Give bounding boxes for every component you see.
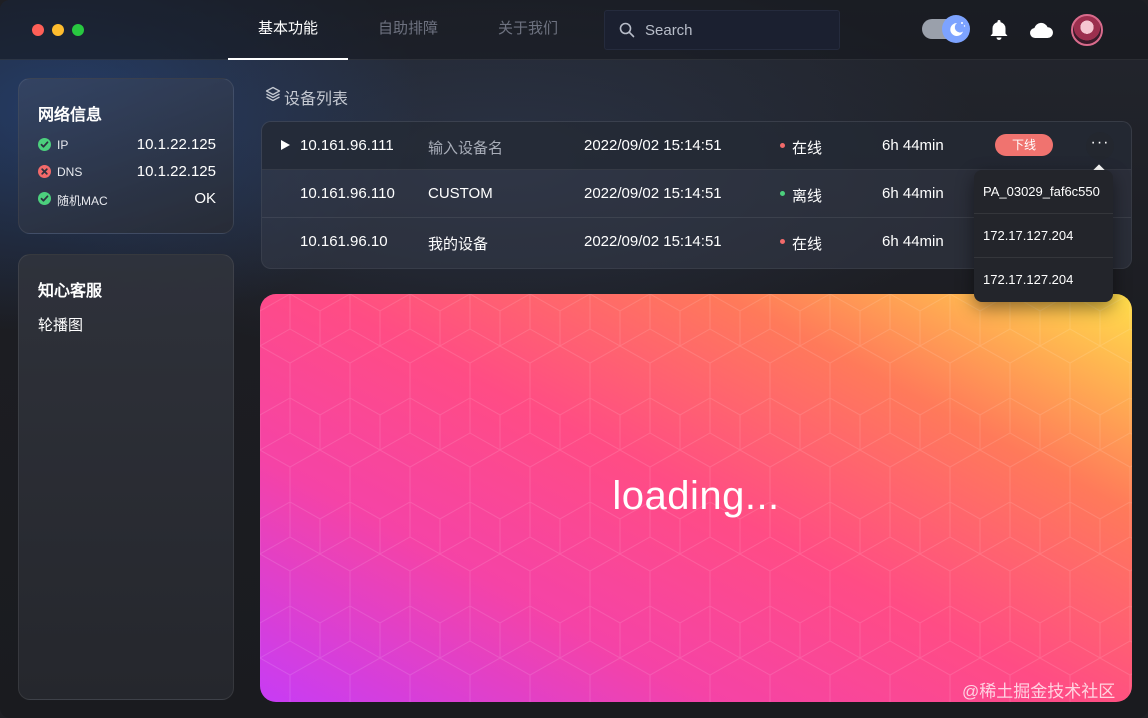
title-bar: 基本功能 自助排障 关于我们 <box>0 0 1148 60</box>
network-info-title: 网络信息 <box>38 107 103 124</box>
device-uptime: 6h 44min <box>882 137 944 154</box>
device-list-title: 设备列表 <box>284 91 349 108</box>
offline-button[interactable]: 下线 <box>995 134 1053 156</box>
tab-basic-functions[interactable]: 基本功能 <box>228 0 348 60</box>
device-time: 2022/09/02 15:14:51 <box>584 185 722 202</box>
device-name: CUSTOM <box>428 185 493 202</box>
device-ip: 10.161.96.111 <box>300 137 394 154</box>
minimize-window-button[interactable] <box>52 24 64 36</box>
network-info-card: 网络信息 IP 10.1.22.125 DNS 10.1.22.125 随机MA… <box>18 78 234 234</box>
search-icon <box>619 22 635 43</box>
device-name-input[interactable]: 输入设备名 <box>428 137 503 158</box>
network-value: 10.1.22.125 <box>136 163 216 180</box>
network-row-ip: IP 10.1.22.125 <box>38 136 216 155</box>
network-value: OK <box>194 190 216 207</box>
device-status: 在线 <box>792 236 823 253</box>
network-row-mac: 随机MAC OK <box>38 190 216 209</box>
user-avatar[interactable] <box>1071 14 1103 46</box>
moon-icon <box>942 15 970 43</box>
device-time: 2022/09/02 15:14:51 <box>584 137 722 154</box>
app-window: 基本功能 自助排障 关于我们 网络信息 IP 10.1.22.1 <box>0 0 1148 718</box>
loading-text: loading... <box>612 474 780 518</box>
tab-self-troubleshoot[interactable]: 自助排障 <box>348 0 468 60</box>
network-label: DNS <box>57 165 83 179</box>
popover-item[interactable]: PA_03029_faf6c550 <box>974 170 1113 214</box>
cloud-icon[interactable] <box>1028 20 1054 45</box>
customer-service-title: 知心客服 <box>38 283 103 300</box>
network-value: 10.1.22.125 <box>136 136 216 153</box>
watermark: @稀土掘金技术社区 <box>962 682 1116 701</box>
expand-arrow-icon[interactable] <box>281 140 290 150</box>
more-options-popover: PA_03029_faf6c550 172.17.127.204 172.17.… <box>974 170 1113 302</box>
device-time: 2022/09/02 15:14:51 <box>584 233 722 250</box>
device-status: 在线 <box>792 140 823 157</box>
status-dot <box>780 143 785 148</box>
network-label: IP <box>57 138 69 152</box>
theme-toggle[interactable] <box>922 15 970 43</box>
tab-about-us[interactable]: 关于我们 <box>468 0 588 60</box>
bell-icon[interactable] <box>988 18 1010 47</box>
device-uptime: 6h 44min <box>882 185 944 202</box>
maximize-window-button[interactable] <box>72 24 84 36</box>
device-name: 我的设备 <box>428 236 489 253</box>
table-row[interactable]: 10.161.96.111 输入设备名 2022/09/02 15:14:51 … <box>262 122 1131 170</box>
network-label: 随机MAC <box>57 194 108 208</box>
device-uptime: 6h 44min <box>882 233 944 250</box>
more-options-button[interactable]: ··· <box>1086 132 1114 160</box>
status-dot <box>780 191 785 196</box>
popover-item[interactable]: 172.17.127.204 <box>974 258 1113 302</box>
close-window-button[interactable] <box>32 24 44 36</box>
carousel-banner[interactable]: loading... <box>260 294 1132 702</box>
error-circle-icon <box>38 165 51 178</box>
search-input[interactable] <box>645 11 835 49</box>
device-status: 离线 <box>792 188 823 205</box>
network-row-dns: DNS 10.1.22.125 <box>38 163 216 182</box>
customer-service-card: 知心客服 轮播图 <box>18 254 234 700</box>
search-box[interactable] <box>604 10 840 50</box>
check-circle-icon <box>38 138 51 151</box>
popover-item[interactable]: 172.17.127.204 <box>974 214 1113 258</box>
carousel-link[interactable]: 轮播图 <box>38 314 83 335</box>
status-dot <box>780 239 785 244</box>
check-circle-icon <box>38 192 51 205</box>
layers-icon <box>265 86 281 107</box>
device-ip: 10.161.96.110 <box>300 185 395 202</box>
device-ip: 10.161.96.10 <box>300 233 388 250</box>
